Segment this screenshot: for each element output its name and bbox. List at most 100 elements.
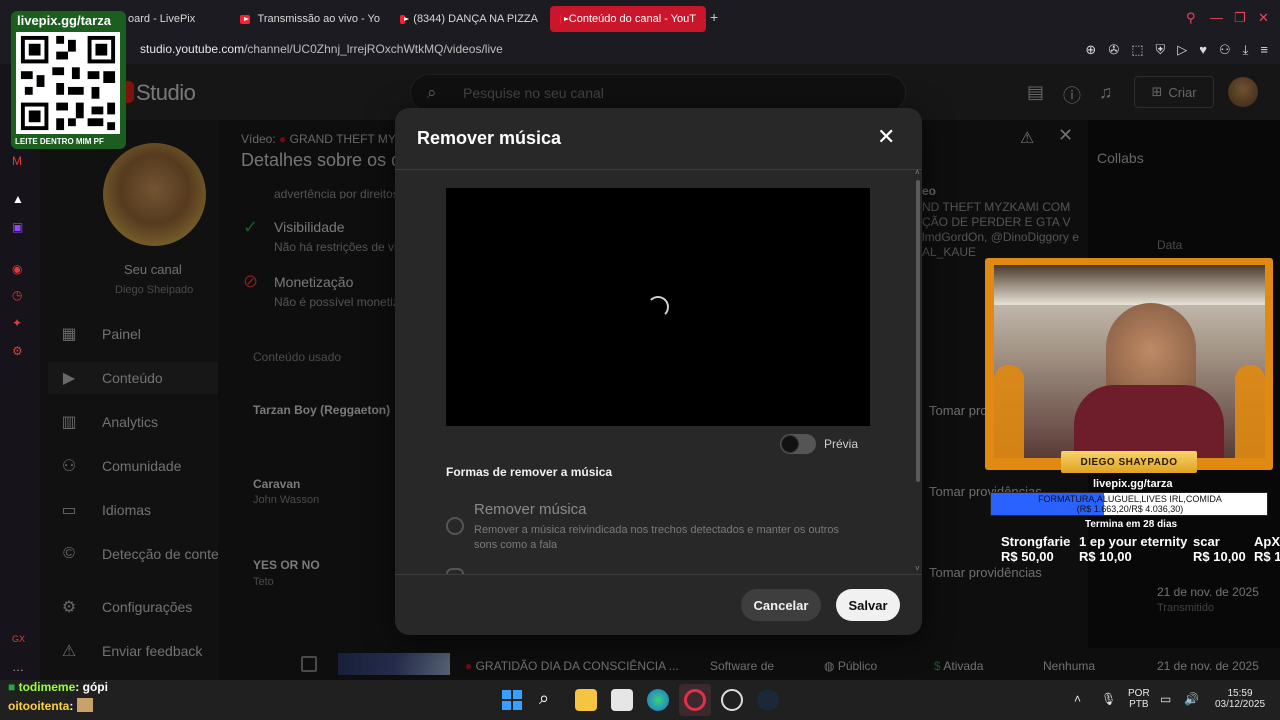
extensions-icon[interactable]: ✦ <box>12 316 22 330</box>
language-indicator[interactable]: POR PTB <box>1128 688 1150 710</box>
donor-amount: R$ 10,00 <box>1193 549 1246 564</box>
tab-label: (8344) DANÇA NA PIZZA <box>413 13 538 25</box>
tab-danca[interactable]: (8344) DANÇA NA PIZZA <box>390 6 548 32</box>
emote-icon <box>76 698 93 712</box>
store-icon[interactable] <box>611 689 633 711</box>
goal-progress-bar: FORMATURA,ALUGUEL,LIVES IRL,COMIDA (R$ 1.… <box>990 492 1268 516</box>
divider <box>395 574 922 575</box>
minimize-icon[interactable]: — <box>1210 10 1223 25</box>
extension-icons: ⊕ ✇ ⬚ ⛨ ▷ ♥ ⚇ ⤓ ≡ <box>1085 42 1268 58</box>
search-taskbar-icon[interactable]: ⌕ <box>539 688 549 709</box>
streamer-shirt <box>1074 385 1224 458</box>
twitch-icon[interactable]: ▣ <box>12 220 23 234</box>
windows-start-icon[interactable] <box>502 690 522 710</box>
volume-icon[interactable]: 🔊 <box>1184 692 1199 706</box>
zoom-icon[interactable]: ⊕ <box>1085 42 1096 58</box>
remove-music-radio[interactable] <box>446 517 464 535</box>
settings-icon[interactable]: ⚙ <box>12 344 23 358</box>
pin-icon[interactable]: ✇ <box>1108 42 1119 58</box>
tab-conteudo[interactable]: Conteúdo do canal - YouT <box>550 6 706 32</box>
download-icon[interactable]: ⤓ <box>1243 42 1249 58</box>
screenshot-icon[interactable]: ⬚ <box>1131 42 1143 58</box>
opera-sidebar: M ▲ ▣ ◉ ◷ ✦ ⚙ GX … <box>0 64 40 680</box>
network-icon[interactable]: ▭ <box>1160 692 1171 706</box>
youtube-icon <box>240 14 250 24</box>
divider <box>395 169 922 170</box>
chat-message: oitooitenta: <box>8 698 93 713</box>
search-tabs-icon[interactable]: ⚲ <box>1186 10 1196 26</box>
donor-name: scar <box>1193 534 1220 549</box>
qr-code-graphic <box>17 32 119 134</box>
tab-label: Conteúdo do canal - YouT <box>568 13 696 25</box>
more-icon[interactable]: … <box>12 660 24 674</box>
opera-gx-icon[interactable] <box>684 689 706 711</box>
history-icon[interactable]: ◷ <box>12 288 22 302</box>
donor-amount: R$ 50,00 <box>1001 549 1054 564</box>
play-icon[interactable]: ▷ <box>1177 42 1187 58</box>
screen: { "browser": { "tabs": [ {"label": "oard… <box>0 0 1280 720</box>
shelf <box>994 265 1265 305</box>
close-window-icon[interactable]: ✕ <box>1258 10 1269 26</box>
steam-icon[interactable] <box>757 689 779 711</box>
tab-transmissao[interactable]: Transmissão ao vivo - Yo <box>230 6 390 32</box>
edge-icon[interactable] <box>647 689 669 711</box>
scroll-down-icon[interactable]: ˅ <box>915 564 920 573</box>
donor-amount: R$ 1 <box>1254 549 1280 564</box>
microphone-icon[interactable]: 🎙 <box>1101 692 1116 706</box>
browser-tab-bar: oard - LivePix Transmissão ao vivo - Yo … <box>0 0 1280 36</box>
badge-icon: ■ <box>8 680 16 694</box>
option-desc: Remover a música reivindicada nos trecho… <box>474 524 840 551</box>
messenger-icon[interactable]: M <box>12 154 22 168</box>
gx-icon[interactable]: GX <box>12 634 25 644</box>
tab-livepix[interactable]: oard - LivePix <box>118 6 230 32</box>
goal-ends: Termina em 28 dias <box>1085 519 1178 530</box>
tab-label: Transmissão ao vivo - Yo <box>257 13 380 25</box>
goal-url: livepix.gg/tarza <box>1093 478 1173 490</box>
heart-icon[interactable]: ♥ <box>1199 42 1207 58</box>
decor-right <box>1235 365 1265 458</box>
tray-chevron-icon[interactable]: ˄ <box>1074 692 1081 706</box>
qr-code-icon <box>16 32 120 134</box>
video-preview[interactable] <box>446 188 870 426</box>
obs-icon[interactable] <box>721 689 743 711</box>
loading-spinner-icon <box>647 296 669 318</box>
donor-name: 1 ep your eternity <box>1079 534 1188 549</box>
save-button[interactable]: Salvar <box>836 589 900 621</box>
donor-name: ApXS <box>1254 534 1280 549</box>
close-icon[interactable]: ✕ <box>877 124 895 150</box>
player-icon[interactable]: ◉ <box>12 262 22 276</box>
tab-label: oard - LivePix <box>128 13 196 25</box>
menu-icon[interactable]: ≡ <box>1260 42 1268 58</box>
webcam-feed <box>994 265 1265 458</box>
restore-icon[interactable]: ❐ <box>1234 10 1246 26</box>
chat-overlay: ■ todimeme: gópi oitooitenta: <box>0 680 480 720</box>
file-explorer-icon[interactable] <box>575 689 597 711</box>
option-title: Remover música <box>474 501 587 518</box>
cancel-button[interactable]: Cancelar <box>741 589 821 621</box>
shield-icon[interactable]: ⛨ <box>1156 42 1166 58</box>
toggle-knob <box>781 435 799 453</box>
youtube-icon <box>560 14 568 24</box>
remove-music-dialog: Remover música ✕ Prévia Formas de remove… <box>395 108 922 635</box>
qr-footer: LEITE DENTRO MIM PF <box>15 137 104 146</box>
preview-toggle[interactable] <box>780 434 816 454</box>
scroll-up-icon[interactable]: ˄ <box>915 168 920 177</box>
chat-message: ■ todimeme: gópi <box>8 680 108 694</box>
profile-icon[interactable]: ⚇ <box>1219 42 1231 58</box>
streamer-name-plate: DIEGO SHAYPADO <box>1061 451 1197 473</box>
new-tab-button[interactable]: + <box>710 9 718 25</box>
url-text[interactable]: studio.youtube.com/channel/UC0Zhnj_lrrej… <box>140 42 503 56</box>
youtube-icon <box>400 14 410 24</box>
donor-name: Strongfarie <box>1001 534 1071 549</box>
dialog-title: Remover música <box>417 128 562 148</box>
qr-header: livepix.gg/tarza <box>17 13 111 28</box>
clock[interactable]: 15:59 03/12/2025 <box>1212 688 1268 710</box>
scrollbar[interactable] <box>916 180 920 482</box>
decor-left <box>994 365 1024 458</box>
preview-label: Prévia <box>824 437 859 451</box>
donor-amount: R$ 10,00 <box>1079 549 1132 564</box>
goal-text: FORMATURA,ALUGUEL,LIVES IRL,COMIDA (R$ 1.… <box>1038 494 1222 514</box>
aria-icon[interactable]: ▲ <box>12 192 24 206</box>
address-bar[interactable]: ) studio.youtube.com/channel/UC0Zhnj_lrr… <box>0 36 1280 64</box>
section-label: Formas de remover a música <box>446 465 613 479</box>
